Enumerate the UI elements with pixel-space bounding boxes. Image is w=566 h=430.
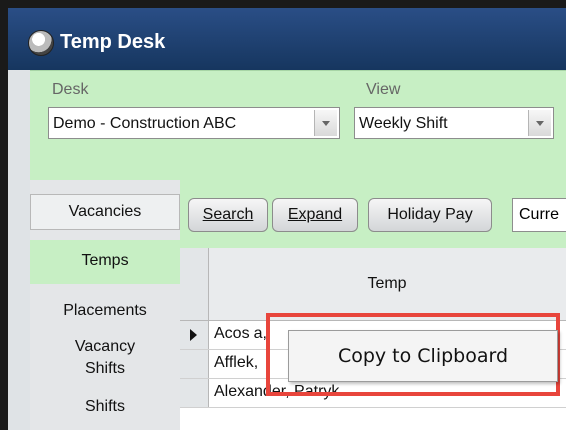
current-row-arrow-icon [190, 329, 197, 341]
current-select-value: Curre [519, 206, 560, 223]
copy-to-clipboard-menu-item[interactable]: Copy to Clipboard [289, 331, 557, 381]
window-title: Temp Desk [60, 31, 166, 53]
row-header [180, 321, 209, 349]
desk-select[interactable]: Demo - Construction ABC [48, 107, 340, 139]
sidebar-item-temps[interactable]: Temps [30, 240, 180, 284]
sidebar-item-label: Shifts [84, 360, 125, 377]
temp-name-visible: Affle [214, 354, 246, 371]
sidebar-item-label: Vacancies [68, 203, 142, 220]
view-select-value: Weekly Shift [359, 115, 448, 132]
view-dropdown-button[interactable] [528, 110, 551, 136]
temp-name-cell[interactable]: Acos a, [214, 325, 267, 343]
column-header-temp[interactable]: Temp [208, 248, 566, 320]
row-header-corner [180, 248, 209, 320]
filter-panel: Desk Demo - Construction ABC View Weekly… [30, 70, 566, 181]
chevron-down-icon [322, 121, 330, 126]
temp-desk-app-icon [28, 30, 54, 56]
current-select[interactable]: Curre [512, 198, 566, 232]
row-header [180, 350, 209, 378]
sidebar-item-label: Shifts [84, 398, 125, 415]
row-header [180, 379, 209, 407]
left-margin [8, 70, 30, 430]
temp-name-visible: Acos [214, 325, 250, 342]
sidebar-item-label: Vacancy [74, 338, 136, 355]
view-label: View [366, 81, 401, 98]
grid-header: Temp [180, 248, 566, 321]
title-bar: Temp Desk [8, 8, 566, 70]
holiday-pay-button-label: Holiday Pay [387, 206, 473, 223]
sidebar-item-vacancies[interactable]: Vacancies [30, 194, 180, 230]
desk-select-value: Demo - Construction ABC [53, 115, 237, 132]
expand-button[interactable]: Expand [272, 198, 358, 232]
side-navigation: Vacancies Temps Placements Vacancy Shift… [30, 180, 180, 430]
view-select[interactable]: Weekly Shift [354, 107, 554, 139]
temp-name-suffix: k, [245, 354, 259, 371]
temp-name-suffix: a, [253, 325, 267, 342]
temp-name-cell[interactable]: Afflek, [214, 354, 258, 372]
expand-button-label: Expand [287, 206, 343, 223]
desk-dropdown-button[interactable] [314, 110, 337, 136]
sidebar-item-label: Temps [81, 252, 129, 269]
sidebar-item-label: Placements [63, 302, 147, 319]
desk-label: Desk [52, 81, 89, 98]
search-button[interactable]: Search [188, 198, 268, 232]
sidebar-item-shifts[interactable]: Shifts [30, 396, 180, 418]
chevron-down-icon [536, 121, 544, 126]
sidebar-item-vacancy-shifts[interactable]: Vacancy Shifts [30, 336, 180, 380]
toolbar: Search Expand Holiday Pay Curre [180, 180, 566, 248]
holiday-pay-button[interactable]: Holiday Pay [368, 198, 492, 232]
search-button-label: Search [202, 206, 254, 223]
sidebar-item-placements[interactable]: Placements [30, 300, 180, 322]
context-menu: Copy to Clipboard [288, 330, 558, 382]
